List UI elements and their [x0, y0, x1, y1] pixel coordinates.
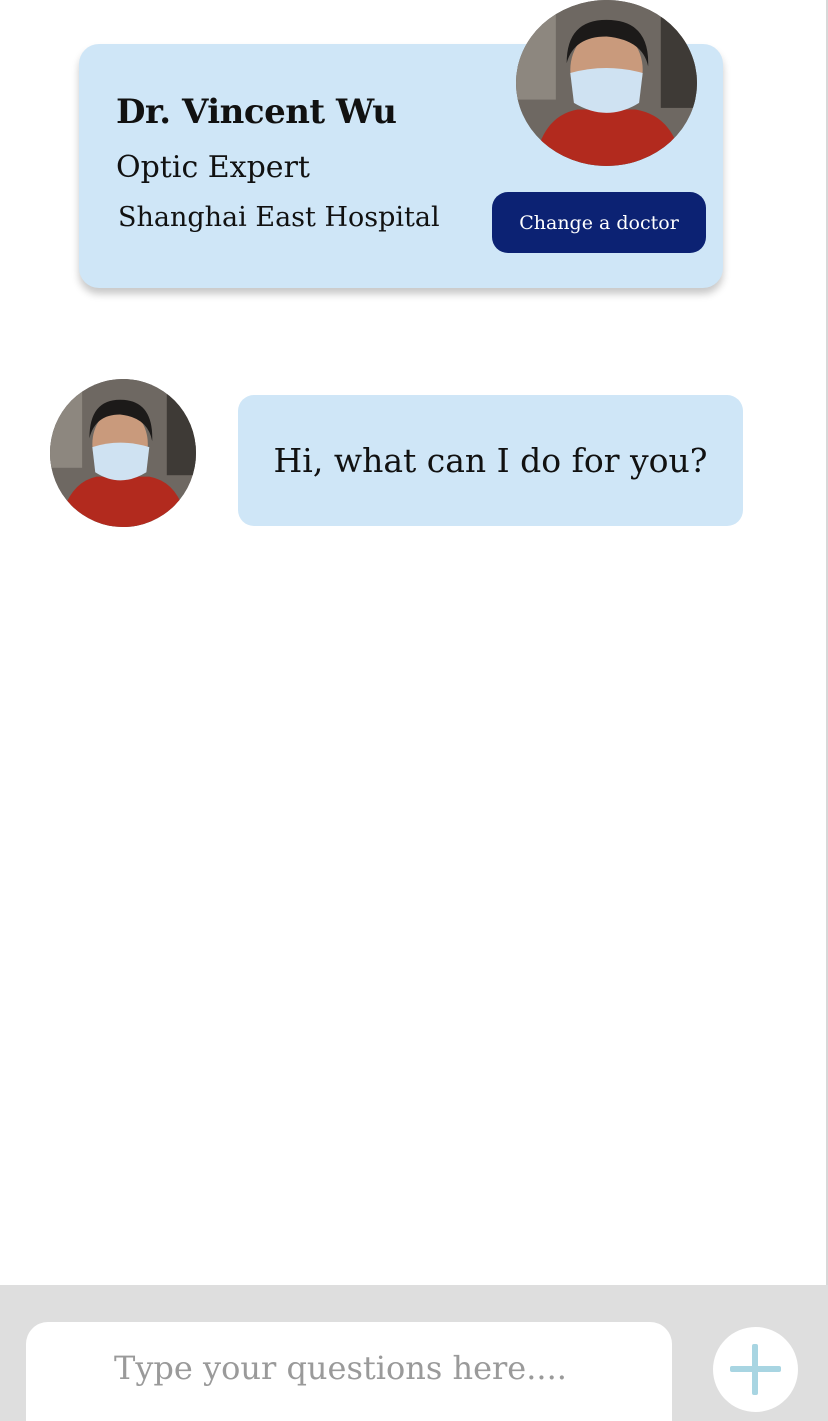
doctor-message-text: Hi, what can I do for you?: [273, 441, 708, 480]
chat-doctor-avatar: [50, 379, 196, 527]
doctor-avatar-photo: [50, 379, 196, 527]
doctor-avatar: [516, 0, 697, 166]
doctor-title: Optic Expert: [116, 150, 310, 185]
composer-bar: [0, 1285, 828, 1421]
doctor-avatar-photo: [516, 0, 697, 166]
add-button[interactable]: [713, 1327, 798, 1412]
doctor-message-bubble: Hi, what can I do for you?: [238, 395, 743, 526]
change-doctor-button[interactable]: Change a doctor: [492, 192, 706, 253]
question-input[interactable]: [26, 1322, 672, 1421]
doctor-hospital: Shanghai East Hospital: [118, 202, 440, 233]
plus-icon-vertical: [752, 1344, 758, 1395]
doctor-name: Dr. Vincent Wu: [116, 92, 397, 132]
